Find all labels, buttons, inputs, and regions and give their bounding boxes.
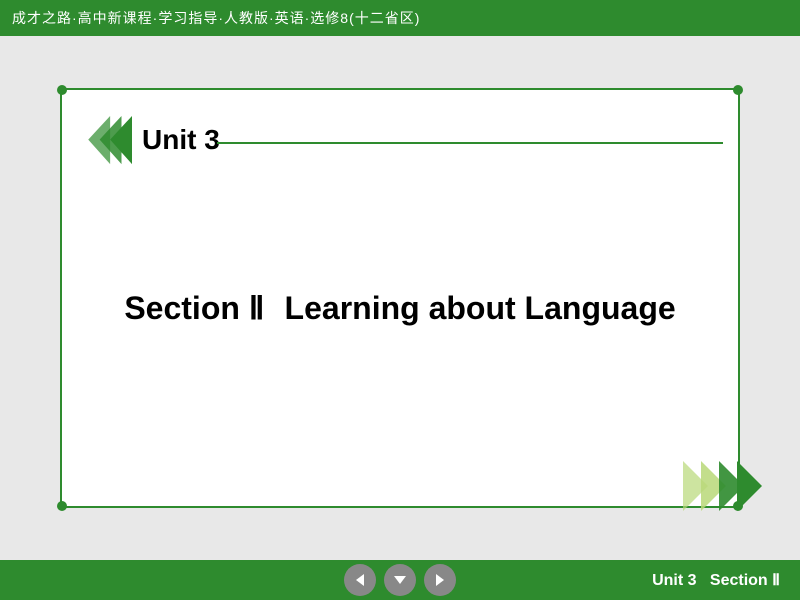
slide: Unit 3 Section Ⅱ Learning about Language: [60, 88, 740, 508]
section-content: Section Ⅱ Learning about Language: [124, 289, 675, 327]
nav-prev-button[interactable]: [344, 564, 376, 596]
header-title: 成才之路·高中新课程·学习指导·人教版·英语·选修8(十二省区): [12, 8, 420, 28]
right-chevrons-area: [683, 456, 763, 521]
bottom-right-label: Unit 3 Section Ⅱ: [652, 570, 780, 590]
bottom-section-label: Section Ⅱ: [710, 572, 780, 589]
nav-home-button[interactable]: [384, 564, 416, 596]
nav-buttons: [344, 564, 456, 596]
section-subtitle: Learning about Language: [285, 290, 676, 327]
bottom-bar: Unit 3 Section Ⅱ: [0, 560, 800, 600]
title-line: [217, 142, 723, 144]
main-area: Unit 3 Section Ⅱ Learning about Language: [0, 36, 800, 560]
header-bar: 成才之路·高中新课程·学习指导·人教版·英语·选修8(十二省区): [0, 0, 800, 36]
left-chevrons-icon: [62, 110, 132, 170]
arrow-right-icon: [432, 572, 448, 588]
unit-title-area: Unit 3: [62, 110, 220, 170]
corner-dot-tl: [57, 85, 67, 95]
right-chevrons-icon: [683, 456, 763, 516]
section-label: Section Ⅱ: [124, 289, 264, 327]
corner-dot-tr: [733, 85, 743, 95]
arrow-down-icon: [392, 572, 408, 588]
arrow-left-icon: [352, 572, 368, 588]
bottom-unit-label: Unit 3: [652, 572, 696, 589]
unit-title-text: Unit 3: [142, 124, 220, 156]
nav-next-button[interactable]: [424, 564, 456, 596]
corner-dot-bl: [57, 501, 67, 511]
